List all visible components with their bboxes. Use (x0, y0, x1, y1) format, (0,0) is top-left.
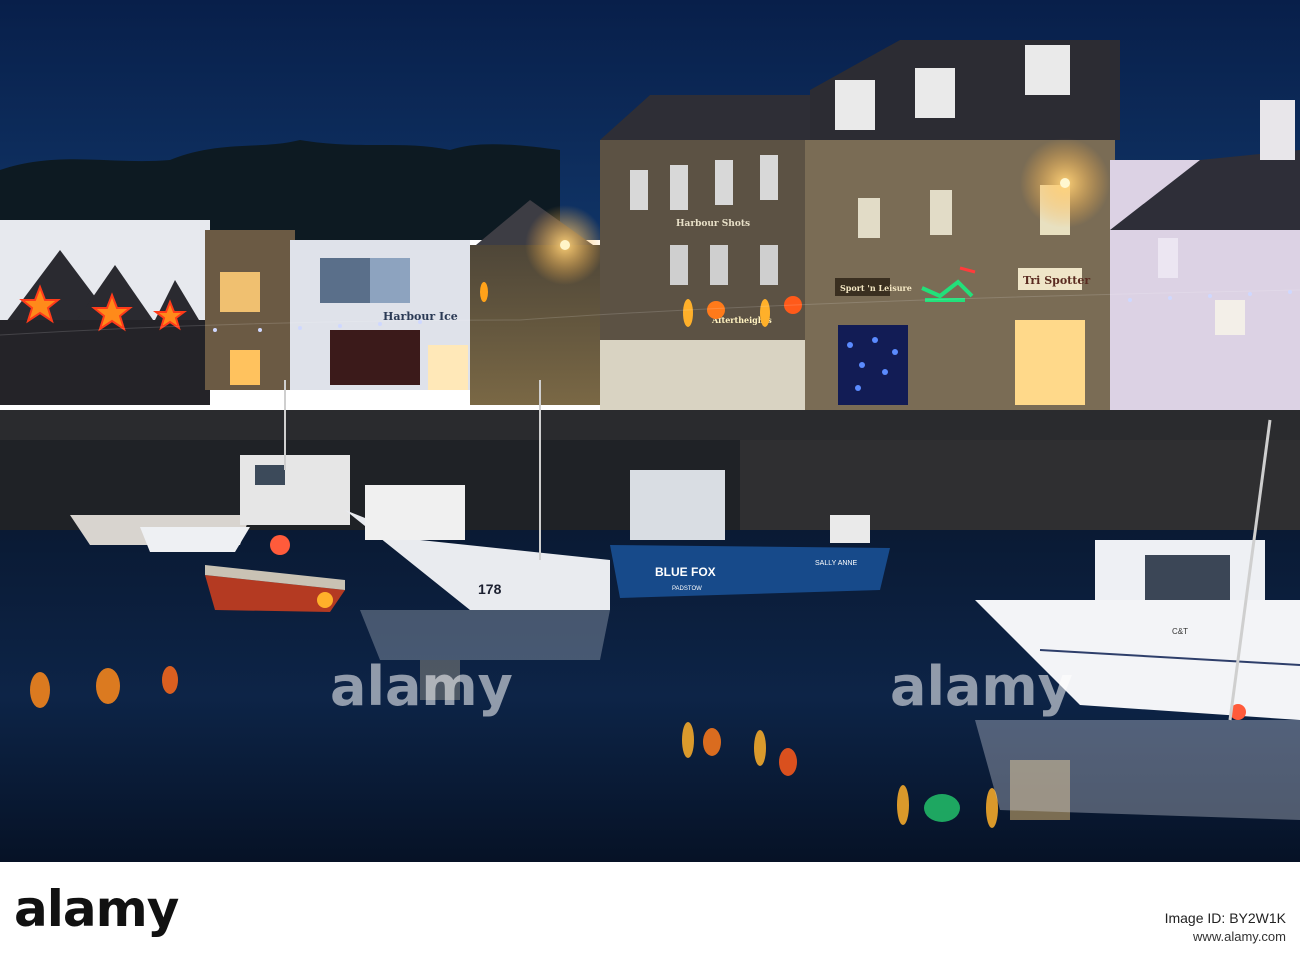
sign-sport-leisure: Sport 'n Leisure (840, 283, 912, 293)
alamy-logo[interactable]: alamy (14, 880, 179, 938)
image-id-label: Image ID: BY2W1K (1165, 910, 1286, 926)
image-id-prefix: Image ID: (1164, 910, 1226, 926)
site-url[interactable]: www.alamy.com (1193, 929, 1286, 944)
boat-number: 178 (478, 581, 502, 597)
harbour-photo: Harbour Ice Harbour Shots Aftertheights … (0, 0, 1300, 862)
svg-text:Harbour Shots: Harbour Shots (676, 219, 750, 229)
watermark-1: alamy (330, 655, 513, 718)
boat-name-blue-fox: BLUE FOX (655, 565, 716, 579)
footer-bar (0, 862, 1300, 953)
image-id-value: BY2W1K (1229, 910, 1286, 926)
svg-text:PADSTOW: PADSTOW (672, 586, 702, 592)
svg-text:C&T: C&T (1172, 627, 1188, 636)
svg-text:SALLY ANNE: SALLY ANNE (815, 560, 857, 567)
watermark-2: alamy (890, 655, 1073, 718)
sign-tri-spotter: Tri Spotter (1023, 274, 1090, 287)
